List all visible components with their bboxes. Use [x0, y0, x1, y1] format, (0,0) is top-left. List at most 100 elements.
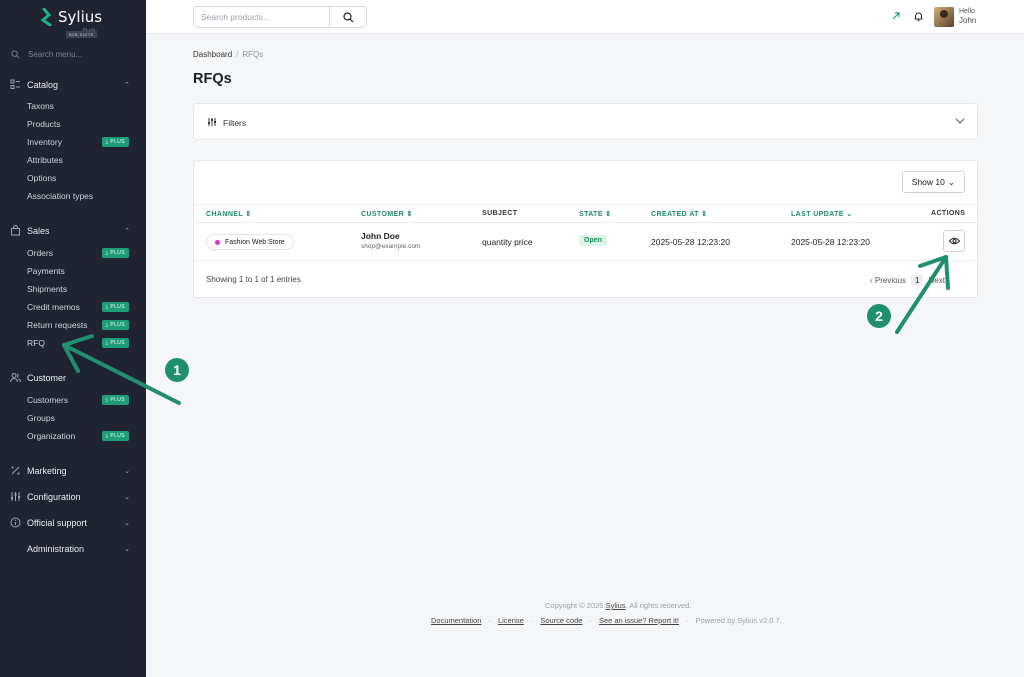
column-customer[interactable]: CUSTOMER ⇕ [361, 210, 413, 218]
sidebar-section-official-support[interactable]: Official support ⌄ [10, 517, 130, 528]
menu-search-input[interactable]: Search menu... [11, 50, 82, 59]
sidebar-item-options[interactable]: Options [27, 173, 129, 183]
plus-badge: ⤓ PLUS [101, 338, 129, 348]
greeting: Hello [959, 8, 975, 15]
search-button[interactable] [329, 6, 367, 28]
filters-panel[interactable]: Filters [193, 103, 978, 140]
column-channel[interactable]: CHANNEL ⇕ [206, 210, 252, 218]
bell-icon[interactable] [913, 11, 924, 22]
column-created-at[interactable]: CREATED AT ⇕ [651, 210, 707, 218]
info-icon [10, 517, 21, 528]
sort-icon: ⇕ [245, 211, 252, 218]
footer-link-source-code[interactable]: Source code [540, 616, 582, 625]
plus-badge-label: PLUS [110, 139, 125, 145]
pagination-next[interactable]: Next › [928, 276, 949, 285]
view-rfq-button[interactable] [943, 230, 965, 252]
catalog-label: Catalog [27, 79, 59, 90]
breadcrumb-dashboard[interactable]: Dashboard [193, 50, 232, 59]
plus-icon: ⤓ [105, 250, 109, 256]
customer-name: John Doe [361, 231, 400, 241]
chevron-down-icon: ⌄ [124, 545, 130, 553]
search-products-input[interactable] [193, 6, 330, 28]
pagination: ‹ Previous 1 Next › [870, 275, 950, 286]
column-state[interactable]: STATE ⇕ [579, 210, 612, 218]
sidebar-item-organization[interactable]: Organization ⤓ PLUS [27, 431, 129, 441]
sidebar-item-label: Products [27, 119, 61, 129]
sidebar-item-label: Shipments [27, 284, 68, 294]
column-customer-label: CUSTOMER [361, 211, 405, 218]
column-state-label: STATE [579, 211, 603, 218]
annotation-marker-1-circle [165, 358, 189, 382]
channel-name: Fashion Web Store [225, 238, 285, 246]
footer-brand-link[interactable]: Sylius [606, 601, 626, 610]
sidebar-section-sales[interactable]: Sales ⌃ [10, 225, 130, 236]
sidebar-item-label: Attributes [27, 155, 63, 165]
plus-badge: ⤓ PLUS [101, 302, 129, 312]
sylius-logo[interactable]: Sylius PLUS B2B SUITE [40, 7, 110, 39]
rfq-table-card: Show 10 ⌄ CHANNEL ⇕ CUSTOMER ⇕ SUBJECT ST… [193, 160, 978, 298]
brand-suite: B2B SUITE [66, 31, 97, 38]
avatar[interactable] [934, 7, 954, 27]
pagination-next-label: Next [928, 276, 945, 285]
chevron-down-icon: ⌄ [124, 519, 130, 527]
catalog-icon [10, 79, 21, 90]
plus-badge-label: PLUS [110, 304, 125, 310]
sidebar-item-label: Customers [27, 395, 69, 405]
pagination-page[interactable]: 1 [911, 275, 924, 286]
brand-name: Sylius [58, 8, 103, 26]
sidebar-section-catalog[interactable]: Catalog ⌃ [10, 79, 130, 90]
administration-label: Administration [27, 543, 85, 554]
footer-link-license[interactable]: License [498, 616, 524, 625]
last-update-cell: 2025-05-28 12:23:20 [791, 237, 870, 247]
column-last-update[interactable]: LAST UPDATE ⌄ [791, 210, 853, 218]
sidebar-item-groups[interactable]: Groups [27, 413, 129, 423]
chevron-up-icon: ⌃ [124, 227, 130, 235]
sidebar-section-marketing[interactable]: Marketing ⌄ [10, 465, 130, 476]
percent-icon [10, 465, 21, 476]
sidebar-section-administration[interactable]: Administration ⌄ [10, 543, 130, 554]
user-name: John [959, 16, 977, 25]
sidebar-item-customers[interactable]: Customers ⤓ PLUS [27, 395, 129, 405]
sidebar-item-shipments[interactable]: Shipments [27, 284, 129, 294]
plus-badge: ⤓ PLUS [101, 137, 129, 147]
footer-link-documentation[interactable]: Documentation [431, 616, 481, 625]
sidebar-item-return-requests[interactable]: Return requests ⤓ PLUS [27, 320, 129, 330]
sidebar-item-orders[interactable]: Orders ⤓ PLUS [27, 248, 129, 258]
sidebar-item-association-types[interactable]: Association types [27, 191, 129, 201]
plus-badge-label: PLUS [110, 433, 125, 439]
column-channel-label: CHANNEL [206, 211, 243, 218]
chevron-down-icon: ⌄ [124, 493, 130, 501]
sidebar-item-label: Orders [27, 248, 53, 258]
chevron-down-icon: ⌄ [947, 176, 955, 187]
footer-powered-by: Powered by Sylius v2.0.7. [695, 616, 782, 625]
plus-badge: ⤓ PLUS [101, 431, 129, 441]
annotation-overlay: 1 2 [62, 255, 950, 405]
sidebar-item-products[interactable]: Products [27, 119, 129, 129]
pagination-previous-label: Previous [874, 276, 907, 285]
table-header: CHANNEL ⇕ CUSTOMER ⇕ SUBJECT STATE ⇕ CRE… [194, 204, 977, 223]
menu-search-placeholder: Search menu... [28, 50, 83, 59]
sales-label: Sales [27, 225, 50, 236]
sidebar-item-inventory[interactable]: Inventory ⤓ PLUS [27, 137, 129, 147]
external-link-icon[interactable] [891, 11, 901, 21]
sidebar-section-configuration[interactable]: Configuration ⌄ [10, 491, 130, 502]
sidebar-item-taxons[interactable]: Taxons [27, 101, 129, 111]
sidebar-item-credit-memos[interactable]: Credit memos ⤓ PLUS [27, 302, 129, 312]
filters-label: Filters [223, 118, 247, 128]
sidebar-item-payments[interactable]: Payments [27, 266, 129, 276]
sidebar-section-customer[interactable]: Customer [10, 372, 130, 383]
sidebar-item-rfq[interactable]: RFQ ⤓ PLUS [27, 338, 129, 348]
eye-icon [948, 237, 960, 245]
configuration-label: Configuration [27, 491, 81, 502]
users-icon [10, 372, 21, 383]
show-per-page-dropdown[interactable]: Show 10 ⌄ [901, 171, 965, 193]
copyright-text: Copyright © 2025 [545, 601, 604, 610]
sidebar-item-attributes[interactable]: Attributes [27, 155, 129, 165]
chevron-up-icon: ⌃ [124, 81, 130, 89]
annotation-marker-2: 2 [875, 308, 883, 324]
footer-link-report-issue[interactable]: See an issue? Report it! [599, 616, 679, 625]
user-menu[interactable]: Hello John [959, 7, 976, 25]
pagination-previous[interactable]: ‹ Previous [870, 276, 906, 285]
sidebar-item-label: Options [27, 173, 57, 183]
sidebar-item-label: Inventory [27, 137, 62, 147]
